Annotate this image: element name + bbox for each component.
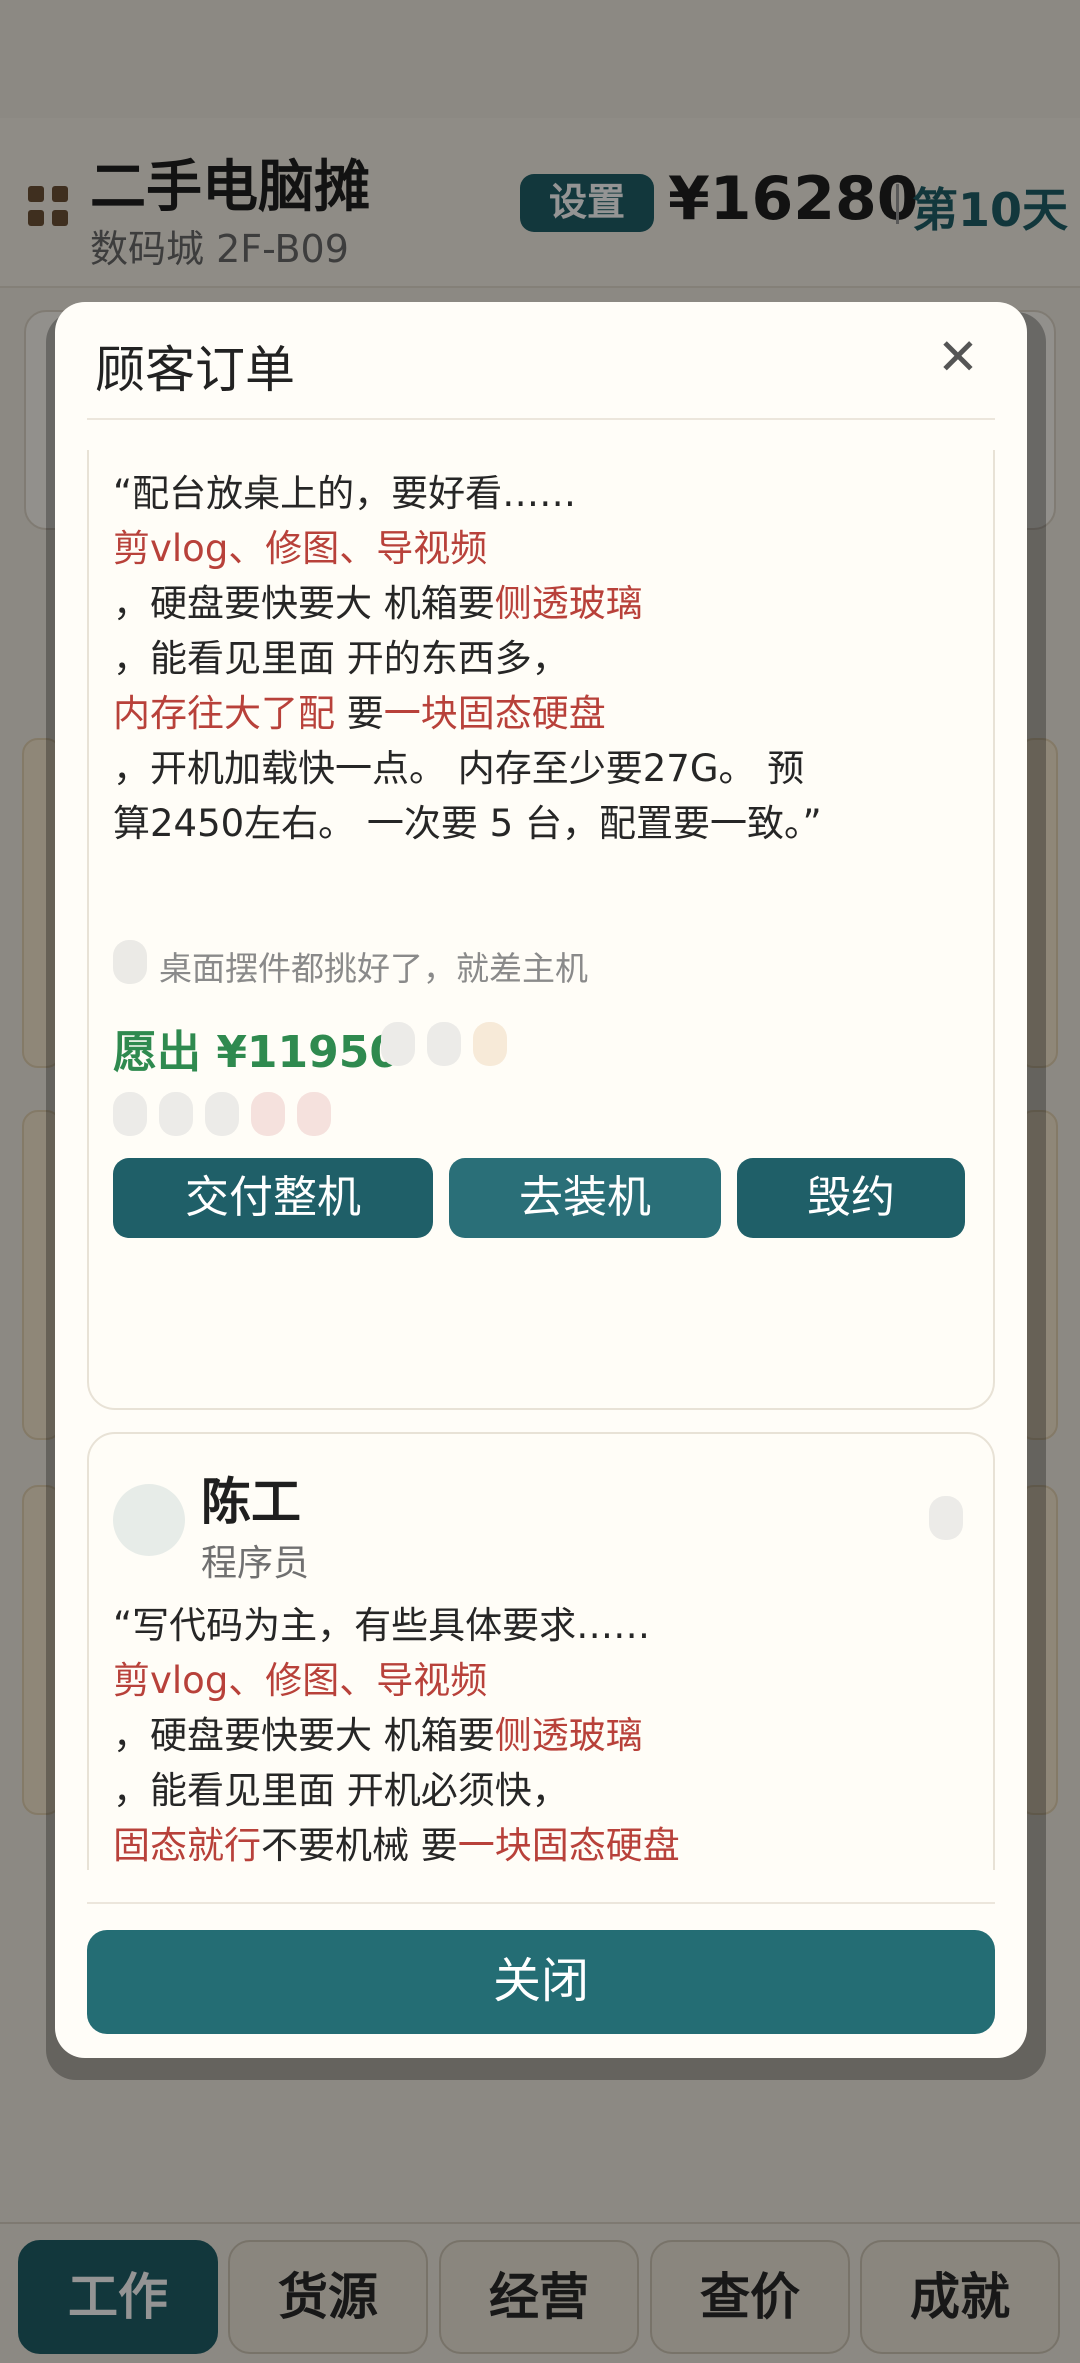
- order-text-line: ，能看见里面 开的东西多，: [113, 631, 953, 686]
- order-text-line: “配台放桌上的，要好看……: [113, 466, 953, 521]
- tag-badge: [473, 1022, 507, 1066]
- order-text-line: 算2450左右。 一次要 5 台，配置要一致。”: [113, 796, 953, 851]
- tag-badge: [251, 1092, 285, 1136]
- order-text-segment: ，能看见里面 开的东西多，: [113, 637, 569, 680]
- customer-orders-modal: 顾客订单 ✕ “配台放桌上的，要好看…… 剪vlog、修图、导视频 ，硬盘要快要大 …: [55, 302, 1027, 2058]
- divider: [87, 1902, 995, 1904]
- customer-job: 程序员: [201, 1543, 310, 1584]
- tag-badge: [297, 1092, 331, 1136]
- cancel-order-button[interactable]: 毁约: [737, 1158, 965, 1238]
- order-text-line: 剪vlog、修图、导视频: [113, 1653, 953, 1708]
- order-text-segment: ，硬盘要快要大 机箱要: [113, 582, 495, 625]
- highlighted-requirement: 侧透玻璃: [494, 582, 643, 625]
- close-button[interactable]: 关闭: [87, 1930, 995, 2034]
- offer-price: 愿出 ¥11950: [113, 1027, 401, 1078]
- order-text-line: “写代码为主，有些具体要求……: [113, 1598, 953, 1653]
- tag-badge: [113, 1092, 147, 1136]
- assemble-button[interactable]: 去装机: [449, 1158, 721, 1238]
- note-icon: [113, 940, 147, 984]
- order-text-segment: ，硬盘要快要大 机箱要: [113, 1714, 495, 1757]
- deliver-pc-button[interactable]: 交付整机: [113, 1158, 433, 1238]
- tag-badge: [159, 1092, 193, 1136]
- order-note: 桌面摆件都挑好了，就差主机: [159, 949, 588, 988]
- order-text-segment: 不要机械 要: [261, 1824, 458, 1867]
- tag-badge: [205, 1092, 239, 1136]
- tag-badge: [929, 1496, 963, 1540]
- order-text-segment: ，能看见里面 开机必须快，: [113, 1769, 569, 1812]
- order-request-text: “写代码为主，有些具体要求…… 剪vlog、修图、导视频 ，硬盘要快要大 机箱要侧透…: [113, 1598, 953, 1870]
- divider: [87, 418, 995, 420]
- order-card: 陈工 程序员 “写代码为主，有些具体要求…… 剪vlog、修图、导视频 ，硬盘要快要…: [87, 1432, 995, 1870]
- highlighted-requirement: 一块固态硬盘: [383, 692, 606, 735]
- avatar: [113, 1484, 185, 1556]
- highlighted-requirement: 侧透玻璃: [494, 1714, 643, 1757]
- order-text-line: 内存往大了配 要一块固态硬盘: [113, 686, 953, 741]
- highlighted-requirement: 剪vlog、修图、导视频: [113, 1659, 488, 1702]
- order-request-text: “配台放桌上的，要好看…… 剪vlog、修图、导视频 ，硬盘要快要大 机箱要侧透玻璃…: [113, 466, 953, 851]
- order-text-segment: ，开机加载快一点。 内存至少要27G。 预: [113, 747, 805, 790]
- customer-name: 陈工: [201, 1473, 301, 1531]
- order-text-line: ，硬盘要快要大 机箱要侧透玻璃: [113, 576, 953, 631]
- highlighted-requirement: 一块固态硬盘: [457, 1824, 680, 1867]
- order-text-line: ，硬盘要快要大 机箱要侧透玻璃: [113, 1708, 953, 1763]
- tag-badge: [427, 1022, 461, 1066]
- order-text-line: ，开机加载快一点。 内存至少要27G。 预: [113, 741, 953, 796]
- order-text-segment: 算2450左右。 一次要 5 台，配置要一致。”: [113, 802, 822, 845]
- modal-title: 顾客订单: [95, 341, 295, 399]
- highlighted-requirement: 剪vlog、修图、导视频: [113, 527, 488, 570]
- highlighted-requirement: 内存往大了配: [113, 692, 335, 735]
- order-text-line: ，能看见里面 开机必须快，: [113, 1763, 953, 1818]
- order-text-segment: “配台放桌上的，要好看……: [113, 472, 577, 515]
- order-card: “配台放桌上的，要好看…… 剪vlog、修图、导视频 ，硬盘要快要大 机箱要侧透玻璃…: [87, 450, 995, 1410]
- close-icon[interactable]: ✕: [933, 332, 983, 382]
- order-text-segment: “写代码为主，有些具体要求……: [113, 1604, 651, 1647]
- order-text-line: 固态就行不要机械 要一块固态硬盘: [113, 1818, 953, 1870]
- orders-list[interactable]: “配台放桌上的，要好看…… 剪vlog、修图、导视频 ，硬盘要快要大 机箱要侧透玻璃…: [87, 450, 995, 1870]
- order-text-line: 剪vlog、修图、导视频: [113, 521, 953, 576]
- tag-badge: [381, 1022, 415, 1066]
- highlighted-requirement: 固态就行: [113, 1824, 261, 1867]
- order-text-segment: 要: [335, 692, 384, 735]
